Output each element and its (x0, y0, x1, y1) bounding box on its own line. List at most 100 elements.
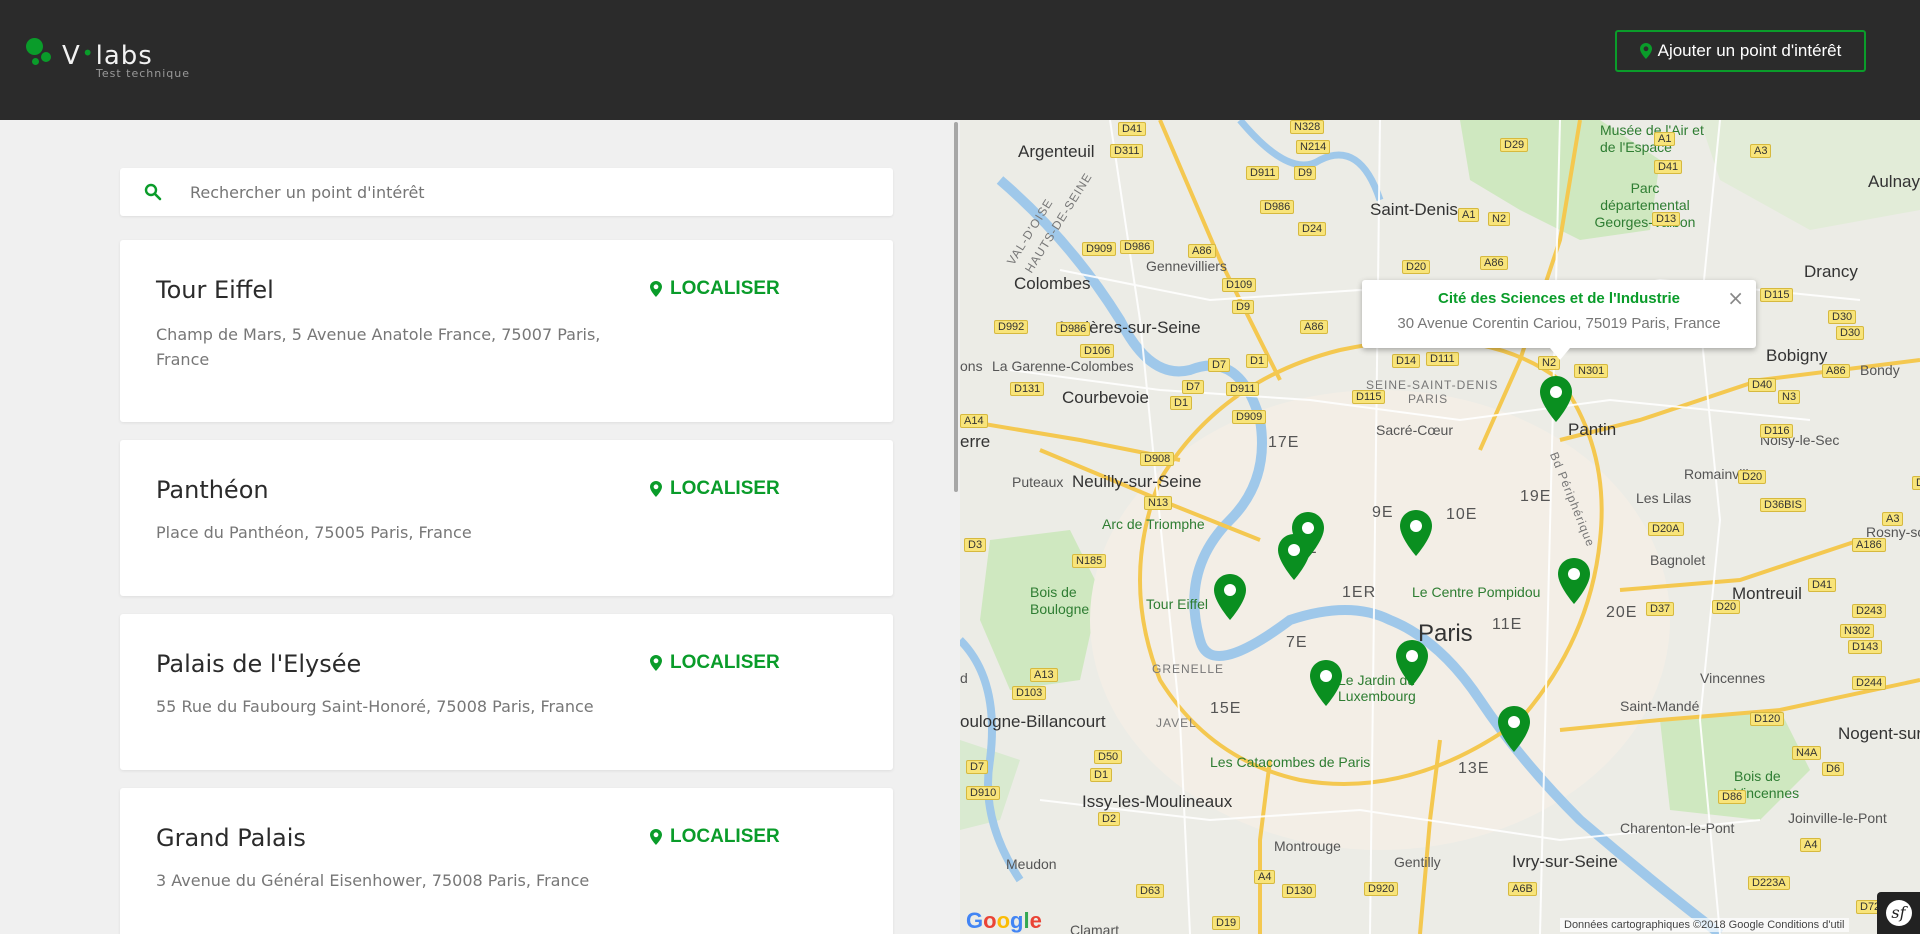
place-card-palais-elysee: Palais de l'Elysée 55 Rue du Faubourg Sa… (120, 614, 893, 770)
scrollbar-thumb[interactable] (954, 122, 958, 492)
map-label: Drancy (1804, 262, 1858, 281)
map-marker-icon (650, 481, 662, 497)
close-icon[interactable]: × (1727, 286, 1744, 310)
map-label: GRENELLE (1152, 662, 1225, 676)
map-label: 20E (1606, 604, 1638, 621)
map-label: ons (960, 358, 983, 374)
map-marker[interactable] (1396, 640, 1428, 686)
localiser-button[interactable]: LOCALISER (650, 826, 780, 848)
map-label: Les Catacombes de Paris (1210, 754, 1371, 770)
road-shield: D115 (1352, 390, 1386, 404)
road-shield: A86 (1188, 244, 1216, 258)
road-shield: D986 (1260, 200, 1295, 214)
place-title: Tour Eiffel (156, 276, 274, 304)
search-bar[interactable] (120, 168, 893, 216)
map-attribution[interactable]: Données cartographiques ©2018 Google Con… (1560, 918, 1849, 932)
map-label: Issy-les-Moulineaux (1082, 792, 1233, 811)
map-label: Colombes (1014, 274, 1091, 293)
road-shield: D20 (1402, 260, 1431, 274)
road-shield: D24 (1298, 222, 1327, 236)
road-shield: D116 (1912, 476, 1920, 490)
map-marker[interactable] (1540, 376, 1572, 422)
road-shield: A3 (1750, 144, 1772, 158)
map-label: Tour Eiffel (1146, 596, 1208, 612)
search-input[interactable] (190, 182, 870, 202)
road-shield: D909 (1232, 410, 1267, 424)
localiser-button[interactable]: LOCALISER (650, 652, 780, 674)
place-title: Grand Palais (156, 824, 306, 852)
road-shield: D131 (1010, 382, 1045, 396)
map-label: Parc départemental Georges-Valbon (1594, 180, 1696, 230)
scrollbar[interactable] (952, 120, 960, 934)
map-label: d (960, 670, 968, 686)
road-shield: N185 (1072, 554, 1107, 568)
symfony-toolbar-icon[interactable]: sf (1877, 892, 1920, 934)
map-label: 15E (1210, 700, 1242, 717)
map-marker[interactable] (1310, 660, 1342, 706)
google-map[interactable]: Argenteuil Saint-Denis Aulnay Drancy Col… (960, 120, 1920, 934)
road-shield: D911 (1226, 382, 1260, 396)
map-label: PARIS (1408, 392, 1449, 406)
map-label: Le Centre Pompidou (1412, 584, 1541, 600)
road-shield: D1 (1170, 396, 1193, 410)
road-shield: D986 (1056, 322, 1091, 336)
road-shield: D40 (1748, 378, 1777, 392)
google-logo: Google (966, 908, 1042, 933)
localiser-label: LOCALISER (670, 826, 780, 847)
localiser-label: LOCALISER (670, 478, 780, 499)
road-shield: A6B (1508, 882, 1537, 896)
map-marker[interactable] (1214, 574, 1246, 620)
road-shield: D30 (1836, 326, 1865, 340)
road-shield: D910 (966, 786, 1001, 800)
road-shield: D109 (1222, 278, 1257, 292)
places-panel: Tour Eiffel Champ de Mars, 5 Avenue Anat… (0, 120, 960, 934)
road-shield: A4 (1254, 870, 1276, 884)
road-shield: D9 (1294, 166, 1317, 180)
map-label: Nogent-sur-M (1838, 724, 1920, 743)
road-shield: D9 (1232, 300, 1255, 314)
map-label: Joinville-le-Pont (1788, 810, 1887, 826)
add-point-of-interest-button[interactable]: Ajouter un point d'intérêt (1615, 30, 1866, 72)
road-shield: D986 (1120, 240, 1155, 254)
map-marker-icon (650, 655, 662, 671)
road-shield: D63 (1136, 884, 1165, 898)
road-shield: D909 (1082, 242, 1117, 256)
road-shield: D19 (1212, 916, 1241, 930)
road-shield: A4 (1800, 838, 1822, 852)
place-address: 55 Rue du Faubourg Saint-Honoré, 75008 P… (156, 697, 594, 716)
road-shield: A1 (1458, 208, 1480, 222)
map-label: 10E (1446, 506, 1478, 523)
map-marker-icon (1639, 43, 1652, 59)
map-label: 9E (1372, 504, 1394, 521)
search-icon (144, 183, 162, 201)
map-marker[interactable] (1558, 558, 1590, 604)
road-shield: D7 (1182, 380, 1205, 394)
road-shield: D920 (1364, 882, 1399, 896)
map-label: Argenteuil (1018, 142, 1095, 161)
localiser-button[interactable]: LOCALISER (650, 278, 780, 300)
map-label: Neuilly-sur-Seine (1072, 472, 1202, 491)
vlabs-logo[interactable]: V•labs Test technique (26, 38, 190, 80)
map-marker[interactable] (1498, 706, 1530, 752)
map-marker[interactable] (1400, 510, 1432, 556)
map-label: Les Lilas (1636, 490, 1692, 506)
road-shield: N3 (1778, 390, 1801, 404)
map-marker[interactable] (1278, 534, 1310, 580)
map-marker-icon (650, 829, 662, 845)
road-shield: D29 (1500, 138, 1529, 152)
map-label: erre (960, 432, 991, 451)
localiser-button[interactable]: LOCALISER (650, 478, 780, 500)
road-shield: A86 (1480, 256, 1508, 270)
road-shield: D244 (1852, 676, 1887, 690)
road-shield: N301 (1574, 364, 1609, 378)
map-label: Montrouge (1274, 838, 1341, 854)
road-shield: D20A (1648, 522, 1684, 536)
road-shield: D20 (1738, 470, 1767, 484)
map-label: Bondy (1860, 362, 1900, 378)
road-shield: D115 (1760, 288, 1794, 302)
road-shield: D103 (1012, 686, 1047, 700)
map-info-window: Cité des Sciences et de l'Industrie 30 A… (1362, 280, 1756, 360)
info-window-address: 30 Avenue Corentin Cariou, 75019 Paris, … (1397, 315, 1721, 332)
map-label: Arc de Triomphe (1102, 516, 1205, 532)
road-shield: D41 (1118, 122, 1147, 136)
